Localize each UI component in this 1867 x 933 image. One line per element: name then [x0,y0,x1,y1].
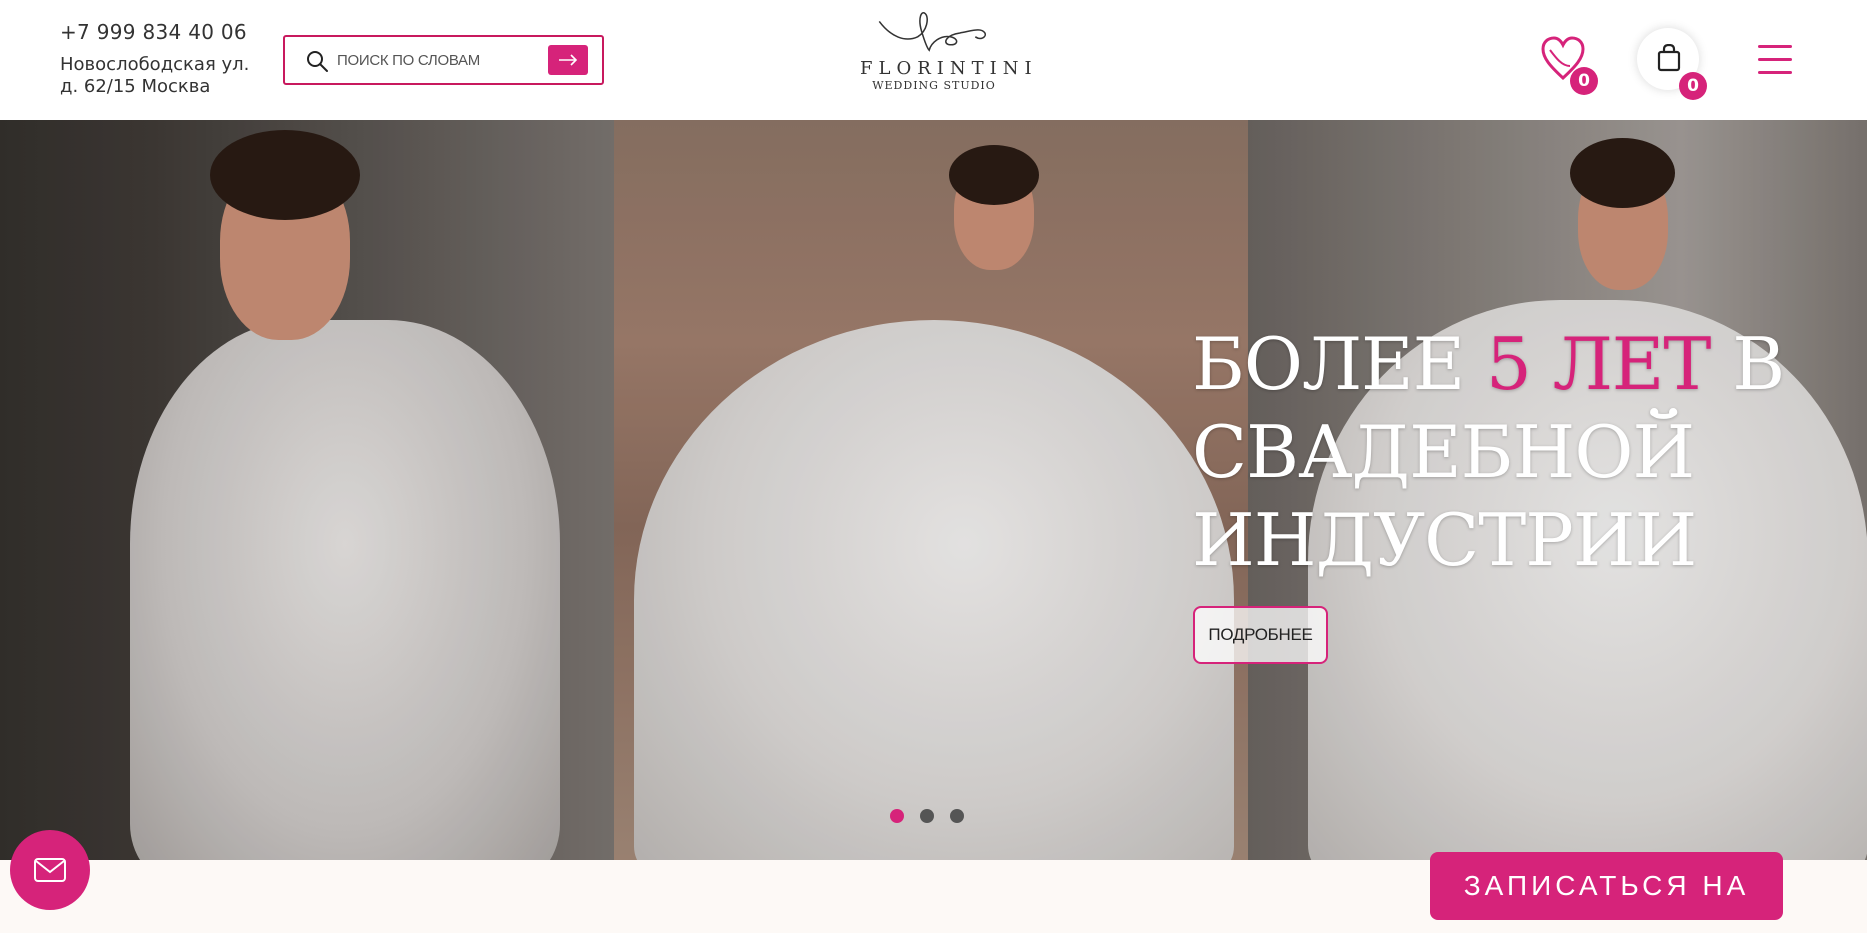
menu-icon[interactable] [1758,45,1792,75]
address: Новослободская ул. д. 62/15 Москва [60,54,280,98]
hero-slider: БОЛЕЕ 5 ЛЕТ В СВАДЕБНОЙ ИНДУСТРИИ ПОДРОБ… [0,120,1867,860]
mail-button[interactable] [10,830,90,910]
mail-icon [34,858,66,882]
address-line-1: Новослободская ул. [60,54,250,75]
slide-dot-1[interactable] [890,809,904,823]
search-icon [307,51,328,72]
search-box [283,35,604,85]
slide-dot-3[interactable] [950,809,964,823]
favorites-count-badge: 0 [1570,67,1598,95]
search-submit-button[interactable] [548,45,588,75]
arrow-right-icon [559,54,578,66]
book-fitting-button[interactable]: ЗАПИСАТЬСЯ НА ПРИМЕРКУ [1430,852,1783,920]
slider-pagination [890,809,980,823]
logo-subtitle: WEDDING STUDIO [872,79,996,92]
site-logo[interactable]: FLORINTINI WEDDING STUDIO [860,8,1038,112]
phone-number[interactable]: +7 999 834 40 06 [60,20,280,44]
address-line-2: д. 62/15 Москва [60,76,211,97]
cart-count-badge: 0 [1679,72,1707,100]
logo-monogram-icon [878,12,987,52]
site-header: +7 999 834 40 06 Новослободская ул. д. 6… [0,0,1867,120]
headline-accent: 5 ЛЕТ [1486,322,1711,406]
slide-dot-2[interactable] [920,809,934,823]
hero-headline: БОЛЕЕ 5 ЛЕТ В СВАДЕБНОЙ ИНДУСТРИИ [1192,320,1832,584]
favorites-button[interactable]: 0 [1540,36,1598,95]
headline-part-1: БОЛЕЕ [1192,322,1487,406]
logo-name: FLORINTINI [860,58,1038,79]
shopping-bag-icon [1657,44,1681,72]
contact-block: +7 999 834 40 06 Новослободская ул. д. 6… [60,20,280,98]
more-button[interactable]: ПОДРОБНЕЕ [1193,606,1328,664]
search-input[interactable] [337,46,537,74]
cart-button[interactable]: 0 [1637,28,1707,100]
